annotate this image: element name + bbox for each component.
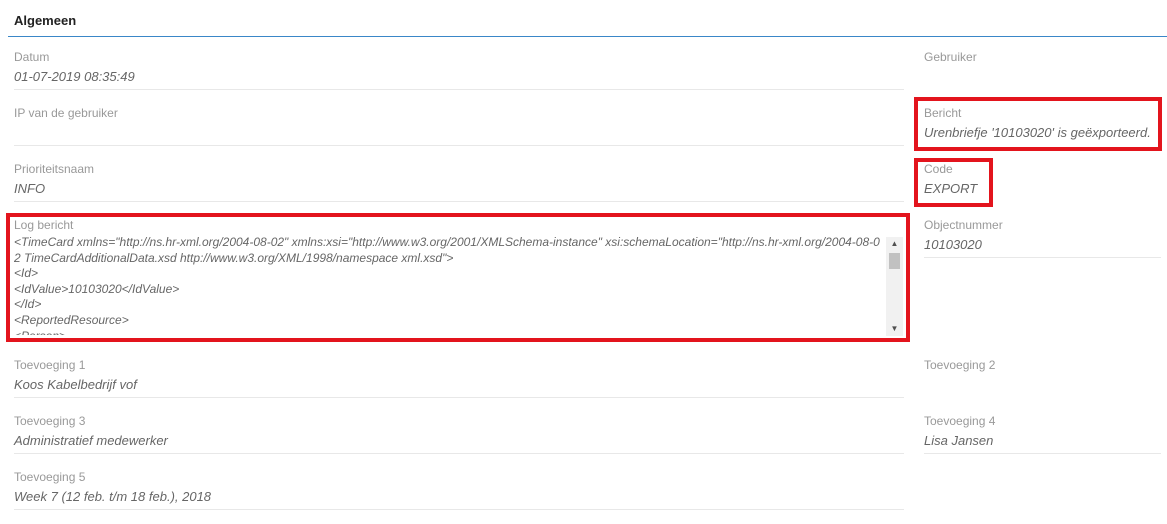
field-label: Gebruiker xyxy=(924,50,977,64)
divider xyxy=(14,89,904,90)
field-prioriteitsnaam: Prioriteitsnaam INFO xyxy=(14,162,904,202)
field-label: Toevoeging 4 xyxy=(924,414,996,428)
divider xyxy=(14,145,904,146)
field-datum: Datum 01-07-2019 08:35:49 xyxy=(14,50,904,90)
field-label: IP van de gebruiker xyxy=(14,106,118,120)
field-label: Toevoeging 3 xyxy=(14,414,86,428)
field-value: Koos Kabelbedrijf vof xyxy=(14,377,137,392)
field-toevoeging-1: Toevoeging 1 Koos Kabelbedrijf vof xyxy=(14,358,904,398)
divider xyxy=(14,397,904,398)
field-toevoeging-5: Toevoeging 5 Week 7 (12 feb. t/m 18 feb.… xyxy=(14,470,904,510)
field-toevoeging-3: Toevoeging 3 Administratief medewerker xyxy=(14,414,904,454)
highlight-code xyxy=(914,158,993,207)
field-toevoeging-2: Toevoeging 2 xyxy=(924,358,1167,398)
field-label: Datum xyxy=(14,50,50,64)
field-ip: IP van de gebruiker xyxy=(14,106,904,146)
field-value: 10103020 xyxy=(924,237,982,252)
field-label: Toevoeging 1 xyxy=(14,358,86,372)
field-label: Prioriteitsnaam xyxy=(14,162,95,176)
field-objectnummer: Objectnummer 10103020 xyxy=(924,218,1167,258)
field-label: Toevoeging 2 xyxy=(924,358,996,372)
highlight-bericht xyxy=(914,97,1162,151)
divider xyxy=(924,453,1161,454)
section-divider xyxy=(8,36,1167,37)
field-value: Week 7 (12 feb. t/m 18 feb.), 2018 xyxy=(14,489,212,504)
field-label: Toevoeging 5 xyxy=(14,470,86,484)
field-value: 01-07-2019 08:35:49 xyxy=(14,69,135,84)
divider xyxy=(924,257,1161,258)
divider xyxy=(14,453,904,454)
field-value: Administratief medewerker xyxy=(14,433,168,448)
section-title: Algemeen xyxy=(14,13,77,28)
divider xyxy=(14,509,904,510)
highlight-log-bericht xyxy=(6,213,910,342)
field-gebruiker: Gebruiker xyxy=(924,50,1167,90)
field-value: INFO xyxy=(14,181,46,196)
field-toevoeging-4: Toevoeging 4 Lisa Jansen xyxy=(924,414,1167,454)
field-label: Objectnummer xyxy=(924,218,1003,232)
field-value: Lisa Jansen xyxy=(924,433,994,448)
divider xyxy=(14,201,904,202)
